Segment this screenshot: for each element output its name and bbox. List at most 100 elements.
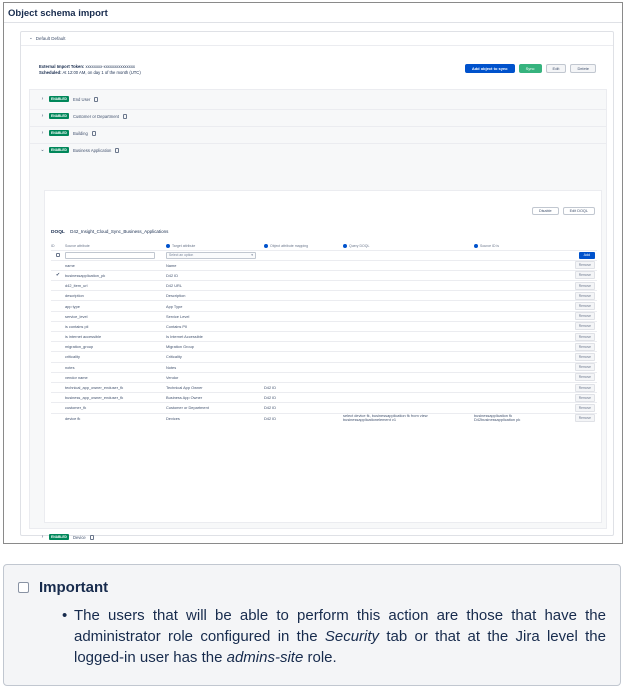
remove-button[interactable]: Remove bbox=[574, 363, 595, 372]
source-id-cell bbox=[474, 381, 551, 393]
attribute-mapping-table: ID Source attribute Target attribute Obj… bbox=[51, 242, 597, 424]
remove-button[interactable]: Remove bbox=[574, 352, 595, 361]
add-cell: Add bbox=[551, 249, 597, 261]
query-cell bbox=[343, 381, 474, 393]
table-row: migration_group Migration Group Remove bbox=[51, 341, 597, 352]
query-cell bbox=[343, 402, 474, 413]
mapping-cell-text: D42 ID bbox=[264, 405, 277, 411]
query-cell bbox=[343, 280, 474, 291]
id-cell-text: ✔ bbox=[55, 272, 61, 279]
col-source-id: Source ID is bbox=[474, 242, 551, 250]
mapping-cell bbox=[264, 330, 343, 342]
target-attribute-cell-text: Technical App Owner bbox=[166, 385, 203, 391]
source-attribute-cell-text: service_level bbox=[65, 313, 88, 319]
remove-button[interactable]: Remove bbox=[574, 393, 595, 402]
target-attribute-cell-text: Criticality bbox=[166, 354, 182, 360]
target-attribute-cell: Name bbox=[166, 259, 264, 271]
query-cell bbox=[343, 341, 474, 352]
schema-panel: ⌄ Default Default External Import Token:… bbox=[20, 31, 614, 540]
actions-cell: Remove bbox=[551, 259, 597, 271]
source-attribute-cell: d42_item_url bbox=[65, 280, 166, 291]
remove-button[interactable]: Remove bbox=[574, 403, 595, 412]
remove-button[interactable]: Remove bbox=[574, 322, 595, 331]
remove-button[interactable]: Remove bbox=[574, 414, 595, 423]
mapping-cell-text: D42 ID bbox=[264, 395, 277, 401]
query-cell bbox=[343, 259, 474, 271]
remove-button[interactable]: Remove bbox=[574, 271, 595, 280]
source-attribute-cell: notes bbox=[65, 361, 166, 373]
col-query-label: Query DOQL bbox=[349, 243, 370, 248]
target-attribute-cell: Contains PII bbox=[166, 320, 264, 332]
new-mapping-row: Select an option ▾ Add bbox=[51, 249, 597, 261]
status-badge: ENABLED bbox=[49, 113, 69, 119]
chevron-right-icon: › bbox=[41, 96, 44, 102]
mapping-cell bbox=[264, 290, 343, 301]
remove-button[interactable]: Remove bbox=[574, 373, 595, 382]
query-cell bbox=[343, 361, 474, 373]
col-target-label: Target attribute bbox=[172, 243, 196, 248]
actions-cell: Remove bbox=[551, 402, 597, 413]
source-attribute-cell-text: customer_fk bbox=[65, 405, 87, 411]
source-attribute-cell: app type bbox=[65, 300, 166, 312]
id-cell bbox=[51, 361, 65, 373]
object-type-row-expanded[interactable]: ⌄ ENABLED Business Application bbox=[40, 147, 120, 153]
remove-button[interactable]: Remove bbox=[574, 383, 595, 392]
object-type-row[interactable]: › ENABLED Device bbox=[40, 534, 94, 540]
target-attribute-cell-text: D42 URL bbox=[166, 283, 183, 289]
source-attribute-input[interactable] bbox=[65, 251, 155, 259]
delete-button[interactable]: Delete bbox=[570, 64, 596, 73]
table-row: customer_fk Customer or Department D42 ID R… bbox=[51, 402, 597, 413]
mapping-cell bbox=[264, 351, 343, 363]
remove-button[interactable]: Remove bbox=[574, 312, 595, 321]
add-object-button[interactable]: Add object to sync bbox=[464, 64, 515, 73]
source-id-cell-text: businessapplication fk D42businessapplic… bbox=[474, 412, 521, 423]
target-attribute-cell: Technical App Owner bbox=[166, 381, 264, 393]
object-type-row[interactable]: › ENABLED End User bbox=[40, 96, 99, 102]
target-attribute-select[interactable]: Select an option ▾ bbox=[166, 251, 256, 259]
table-row: criticality Criticality Remove bbox=[51, 351, 597, 363]
disable-button[interactable]: Disable bbox=[531, 207, 559, 215]
query-cell bbox=[343, 290, 474, 301]
source-attribute-cell-text: app type bbox=[65, 303, 80, 309]
callout-text-3: role. bbox=[303, 649, 337, 666]
source-attribute-cell-text: description bbox=[65, 293, 84, 299]
remove-button[interactable]: Remove bbox=[574, 342, 595, 351]
actions-cell: Remove bbox=[551, 280, 597, 291]
scheduled-line: Scheduled: At 12:00 AM, on day 1 of the … bbox=[39, 70, 141, 76]
target-attribute-cell: D42 URL bbox=[166, 280, 264, 291]
row-divider bbox=[30, 143, 606, 144]
add-mapping-button[interactable]: Add bbox=[578, 251, 595, 259]
important-callout: Important • The users that will be able … bbox=[3, 564, 621, 686]
id-cell bbox=[51, 402, 65, 413]
scheduled-value: At 12:00 AM, on day 1 of the month (UTC) bbox=[62, 70, 141, 75]
source-attribute-cell-text: technical_app_owner_enduser_fk bbox=[65, 385, 124, 391]
panel-header[interactable]: ⌄ Default Default bbox=[29, 35, 66, 41]
query-cell bbox=[343, 320, 474, 332]
dql-value: D42_Insight_Cloud_Sync_Business_Applicat… bbox=[70, 229, 169, 234]
source-attribute-cell-text: name bbox=[65, 262, 75, 268]
edit-dql-button[interactable]: Edit DOQL bbox=[562, 207, 595, 215]
remove-button[interactable]: Remove bbox=[574, 332, 595, 341]
remove-button[interactable]: Remove bbox=[574, 291, 595, 300]
edit-button[interactable]: Edit bbox=[545, 64, 567, 73]
source-id-cell bbox=[474, 371, 551, 383]
id-cell bbox=[51, 341, 65, 352]
source-id-cell bbox=[474, 269, 551, 281]
source-attribute-cell: businessapplication_pk bbox=[65, 269, 166, 281]
actions-cell: Remove bbox=[551, 371, 597, 383]
remove-button[interactable]: Remove bbox=[574, 302, 595, 311]
object-type-row[interactable]: › ENABLED Building bbox=[40, 130, 96, 136]
chevron-down-icon: ⌄ bbox=[40, 147, 45, 153]
query-cell bbox=[343, 269, 474, 281]
sync-button[interactable]: Sync bbox=[518, 64, 542, 73]
object-type-row[interactable]: › ENABLED Customer or Department bbox=[40, 113, 128, 119]
id-cell bbox=[51, 320, 65, 332]
remove-button[interactable]: Remove bbox=[574, 261, 595, 270]
callout-title: Important bbox=[39, 579, 109, 596]
info-icon bbox=[474, 243, 478, 248]
remove-button[interactable]: Remove bbox=[574, 281, 595, 290]
checkbox[interactable] bbox=[56, 252, 60, 257]
dql-line: DOQL D42_Insight_Cloud_Sync_Business_App… bbox=[51, 229, 168, 235]
panel-header-divider bbox=[21, 45, 613, 46]
query-cell bbox=[343, 392, 474, 403]
